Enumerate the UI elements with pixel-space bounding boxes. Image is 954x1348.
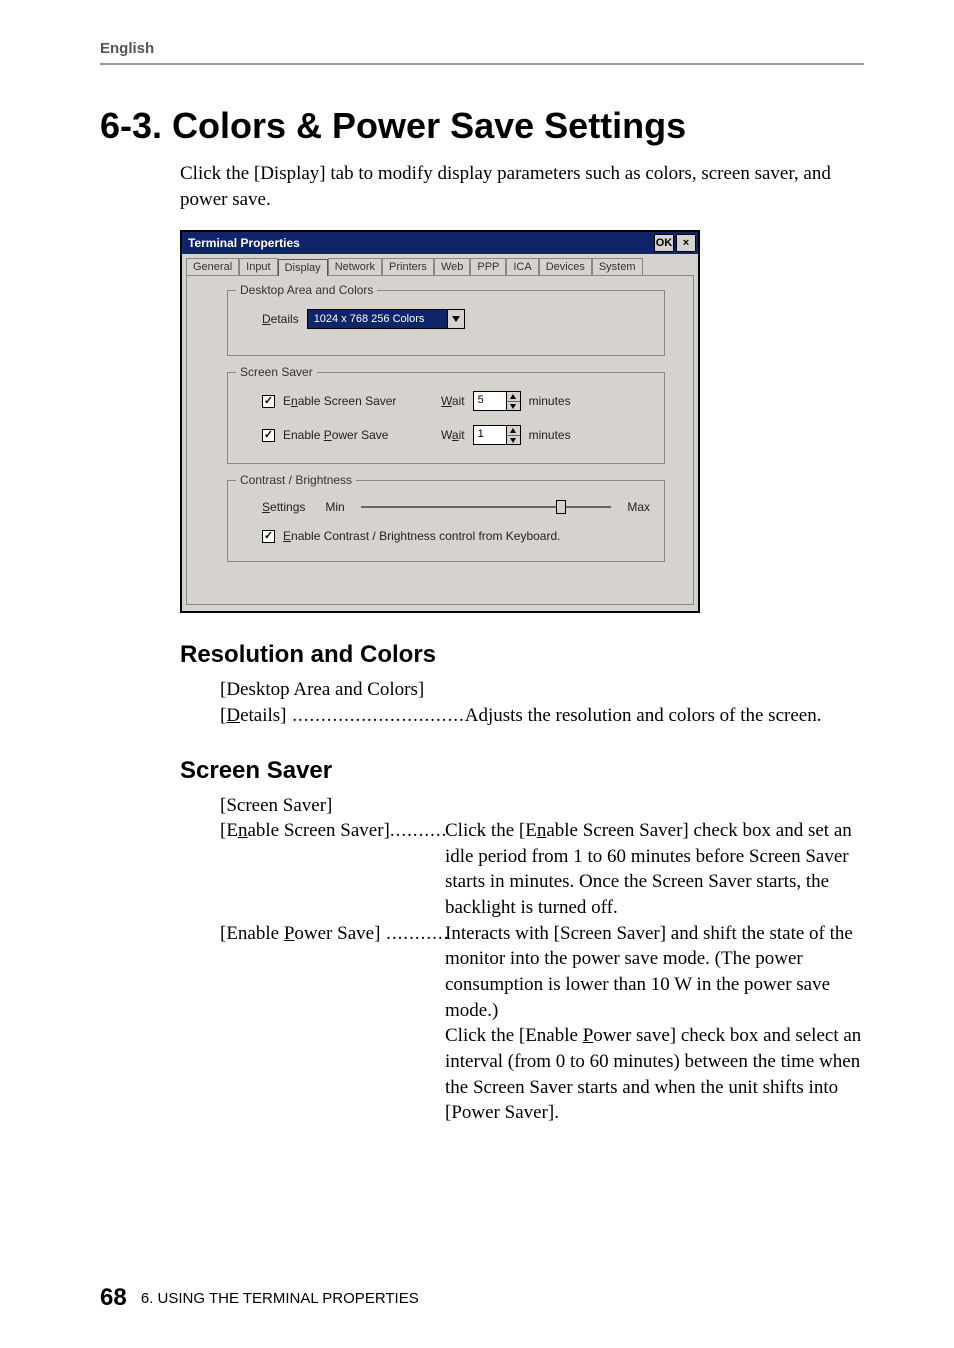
enable-ss-term: [Enable Screen Saver].......... bbox=[220, 818, 445, 921]
ok-button[interactable]: OK bbox=[654, 234, 674, 252]
tab-network[interactable]: Network bbox=[328, 258, 382, 275]
screensaver-heading: Screen Saver bbox=[180, 757, 864, 785]
group-contrast-legend: Contrast / Brightness bbox=[236, 473, 356, 487]
screensaver-wait-value: 5 bbox=[473, 391, 507, 411]
group-desktop-colors: Desktop Area and Colors Details 1024 x 7… bbox=[227, 290, 665, 356]
minutes2-label: minutes bbox=[529, 428, 571, 442]
dialog-titlebar: Terminal Properties OK × bbox=[182, 232, 698, 254]
resolution-combo[interactable]: 1024 x 768 256 Colors bbox=[307, 309, 465, 329]
display-panel: Desktop Area and Colors Details 1024 x 7… bbox=[186, 275, 694, 605]
powersave-wait-spinner[interactable]: 1 bbox=[473, 425, 521, 445]
wait2-label: Wait bbox=[441, 428, 465, 442]
resolution-heading: Resolution and Colors bbox=[180, 641, 864, 669]
spinner-up-icon[interactable] bbox=[507, 426, 520, 436]
details-desc: Adjusts the resolution and colors of the… bbox=[465, 703, 822, 729]
minutes1-label: minutes bbox=[529, 394, 571, 408]
tab-strip: General Input Display Network Printers W… bbox=[182, 254, 698, 275]
tab-display[interactable]: Display bbox=[278, 259, 328, 276]
enable-screensaver-label: Enable Screen Saver bbox=[283, 394, 433, 408]
powersave-wait-value: 1 bbox=[473, 425, 507, 445]
wait1-label: Wait bbox=[441, 394, 465, 408]
chevron-down-icon[interactable] bbox=[447, 309, 465, 329]
group-saver-legend: Screen Saver bbox=[236, 365, 317, 379]
details-term: [Details] .............................. bbox=[220, 703, 465, 729]
enable-keyboard-contrast-label: Enable Contrast / Brightness control fro… bbox=[283, 529, 560, 543]
spinner-down-icon[interactable] bbox=[507, 436, 520, 445]
enable-powersave-checkbox[interactable] bbox=[262, 429, 275, 442]
tab-general[interactable]: General bbox=[186, 258, 239, 275]
enable-powersave-label: Enable Power Save bbox=[283, 428, 433, 442]
page-title: 6-3. Colors & Power Save Settings bbox=[100, 105, 864, 147]
page-number: 68 bbox=[100, 1284, 127, 1311]
group-colors-legend: Desktop Area and Colors bbox=[236, 283, 377, 297]
contrast-slider[interactable] bbox=[361, 499, 612, 515]
tab-printers[interactable]: Printers bbox=[382, 258, 434, 275]
enable-screensaver-checkbox[interactable] bbox=[262, 395, 275, 408]
enable-ss-desc: Click the [Enable Screen Saver] check bo… bbox=[445, 818, 864, 921]
chapter-label: 6. USING THE TERMINAL PROPERTIES bbox=[141, 1290, 419, 1307]
tab-ppp[interactable]: PPP bbox=[470, 258, 506, 275]
tab-web[interactable]: Web bbox=[434, 258, 470, 275]
enable-keyboard-contrast-checkbox[interactable] bbox=[262, 530, 275, 543]
enable-ps-term: [Enable Power Save] ........... bbox=[220, 921, 445, 1126]
tab-system[interactable]: System bbox=[592, 258, 643, 275]
enable-ps-desc: Interacts with [Screen Saver] and shift … bbox=[445, 921, 864, 1126]
language-label: English bbox=[100, 40, 864, 57]
tab-input[interactable]: Input bbox=[239, 258, 277, 275]
intro-text: Click the [Display] tab to modify displa… bbox=[180, 161, 864, 212]
resolution-value: 1024 x 768 256 Colors bbox=[307, 309, 447, 329]
page-footer: 68 6. USING THE TERMINAL PROPERTIES bbox=[100, 1284, 419, 1312]
spinner-up-icon[interactable] bbox=[507, 392, 520, 402]
spinner-down-icon[interactable] bbox=[507, 402, 520, 411]
screensaver-wait-spinner[interactable]: 5 bbox=[473, 391, 521, 411]
min-label: Min bbox=[325, 500, 344, 514]
settings-label: Settings bbox=[262, 500, 305, 514]
dialog-title: Terminal Properties bbox=[188, 236, 652, 250]
terminal-properties-dialog: Terminal Properties OK × General Input D… bbox=[180, 230, 700, 613]
group-contrast: Contrast / Brightness Settings Min Max E… bbox=[227, 480, 665, 562]
group-screen-saver: Screen Saver Enable Screen Saver Wait 5 bbox=[227, 372, 665, 464]
tab-devices[interactable]: Devices bbox=[539, 258, 592, 275]
details-label: Details bbox=[262, 312, 299, 326]
resolution-line1: [Desktop Area and Colors] bbox=[220, 677, 864, 703]
slider-thumb-icon[interactable] bbox=[556, 500, 566, 514]
screensaver-line1: [Screen Saver] bbox=[220, 793, 864, 819]
close-button[interactable]: × bbox=[676, 234, 696, 252]
tab-ica[interactable]: ICA bbox=[506, 258, 538, 275]
max-label: Max bbox=[627, 500, 650, 514]
header-rule bbox=[100, 63, 864, 65]
